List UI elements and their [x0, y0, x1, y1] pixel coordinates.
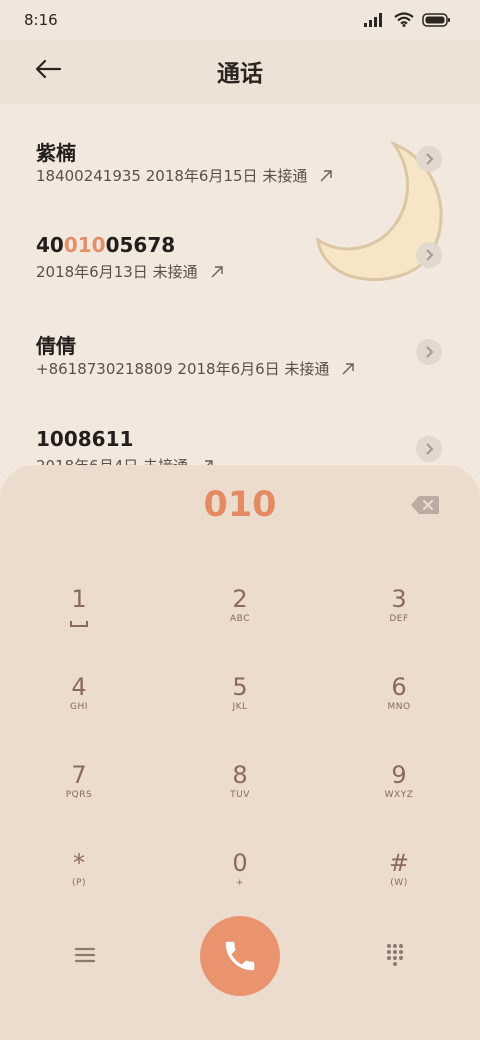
status-bar: 8:16 — [0, 0, 480, 40]
call-detail-button[interactable] — [416, 339, 442, 365]
menu-icon — [74, 947, 96, 963]
dialed-number: 010 — [203, 485, 277, 525]
key-digit: 0 — [232, 849, 248, 877]
number-suffix: 05678 — [105, 233, 176, 257]
key-letters: + — [235, 878, 245, 888]
call-info: 2018年6月13日 未接通 — [36, 263, 198, 281]
key-digit: 4 — [71, 673, 87, 701]
header: 通话 — [0, 40, 480, 104]
call-detail: 2018年6月13日 未接通 — [36, 261, 224, 282]
call-list: 紫楠 18400241935 2018年6月15日 未接通 4001005678… — [0, 104, 480, 484]
signal-icon — [364, 12, 382, 27]
phone-icon — [225, 941, 255, 971]
key-digit: 1 — [71, 585, 87, 613]
number-match: 010 — [63, 233, 106, 257]
chevron-right-icon — [426, 153, 434, 165]
key-letters: PQRS — [65, 790, 93, 800]
key-letters: WXYZ — [384, 790, 414, 800]
chevron-right-icon — [426, 249, 434, 261]
key-digit: # — [388, 849, 410, 877]
key-letters: DEF — [389, 614, 409, 624]
key-letters: GHI — [70, 702, 88, 712]
call-item[interactable]: 紫楠 18400241935 2018年6月15日 未接通 — [0, 104, 480, 200]
call-name: 4001005678 — [36, 233, 175, 257]
key-digit: 8 — [232, 761, 248, 789]
call-detail-button[interactable] — [416, 242, 442, 268]
outgoing-arrow-icon — [342, 363, 355, 375]
key-letters: (P) — [72, 878, 86, 888]
outgoing-arrow-icon — [320, 170, 333, 182]
key-letters: TUV — [230, 790, 250, 800]
call-info: +8618730218809 2018年6月6日 未接通 — [36, 360, 330, 378]
key-digit: 9 — [391, 761, 407, 789]
key-2[interactable]: 2 ABC — [185, 577, 295, 647]
key-3[interactable]: 3 DEF — [344, 577, 454, 647]
battery-icon — [422, 12, 450, 27]
key-hash[interactable]: # (W) — [344, 841, 454, 911]
call-item[interactable]: 倩倩 +8618730218809 2018年6月6日 未接通 — [0, 297, 480, 393]
call-detail-button[interactable] — [416, 146, 442, 172]
call-name: 1008611 — [36, 427, 134, 451]
key-9[interactable]: 9 WXYZ — [344, 753, 454, 823]
bottom-bar — [0, 910, 480, 1000]
keypad-icon — [387, 944, 403, 966]
key-letters: MNO — [387, 702, 411, 712]
key-digit: 5 — [232, 673, 248, 701]
page-title: 通话 — [217, 61, 263, 87]
number-prefix: 40 — [36, 233, 64, 257]
outgoing-arrow-icon — [211, 266, 223, 278]
key-digit: 7 — [71, 761, 87, 789]
key-1[interactable]: 1 — [24, 577, 134, 647]
call-item[interactable]: 4001005678 2018年6月13日 未接通 — [0, 200, 480, 296]
delete-button[interactable] — [410, 495, 444, 519]
key-4[interactable]: 4 GHI — [24, 665, 134, 735]
status-time: 8:16 — [24, 11, 58, 29]
call-detail: +8618730218809 2018年6月6日 未接通 — [36, 358, 355, 379]
key-letters: JKL — [232, 702, 248, 712]
status-icons — [364, 12, 450, 27]
key-5[interactable]: 5 JKL — [185, 665, 295, 735]
key-digit: 3 — [391, 585, 407, 613]
keypad-toggle-button[interactable] — [378, 940, 412, 970]
call-info: 18400241935 2018年6月15日 未接通 — [36, 167, 308, 185]
menu-button[interactable] — [68, 940, 102, 970]
chevron-right-icon — [426, 443, 434, 455]
key-star[interactable]: * (P) — [24, 841, 134, 911]
call-detail: 18400241935 2018年6月15日 未接通 — [36, 165, 333, 186]
wifi-icon — [394, 12, 414, 27]
key-0[interactable]: 0 + — [185, 841, 295, 911]
call-button[interactable] — [200, 916, 280, 996]
key-7[interactable]: 7 PQRS — [24, 753, 134, 823]
key-digit: 6 — [391, 673, 407, 701]
backspace-icon — [411, 496, 439, 514]
key-6[interactable]: 6 MNO — [344, 665, 454, 735]
call-name: 紫楠 — [36, 141, 76, 165]
call-detail-button[interactable] — [416, 436, 442, 462]
key-letters: ABC — [230, 614, 250, 624]
voicemail-icon — [70, 621, 88, 627]
key-letters: (W) — [390, 878, 408, 888]
call-name: 倩倩 — [36, 334, 76, 358]
key-digit: * — [73, 849, 85, 877]
chevron-right-icon — [426, 346, 434, 358]
key-8[interactable]: 8 TUV — [185, 753, 295, 823]
key-digit: 2 — [232, 585, 248, 613]
